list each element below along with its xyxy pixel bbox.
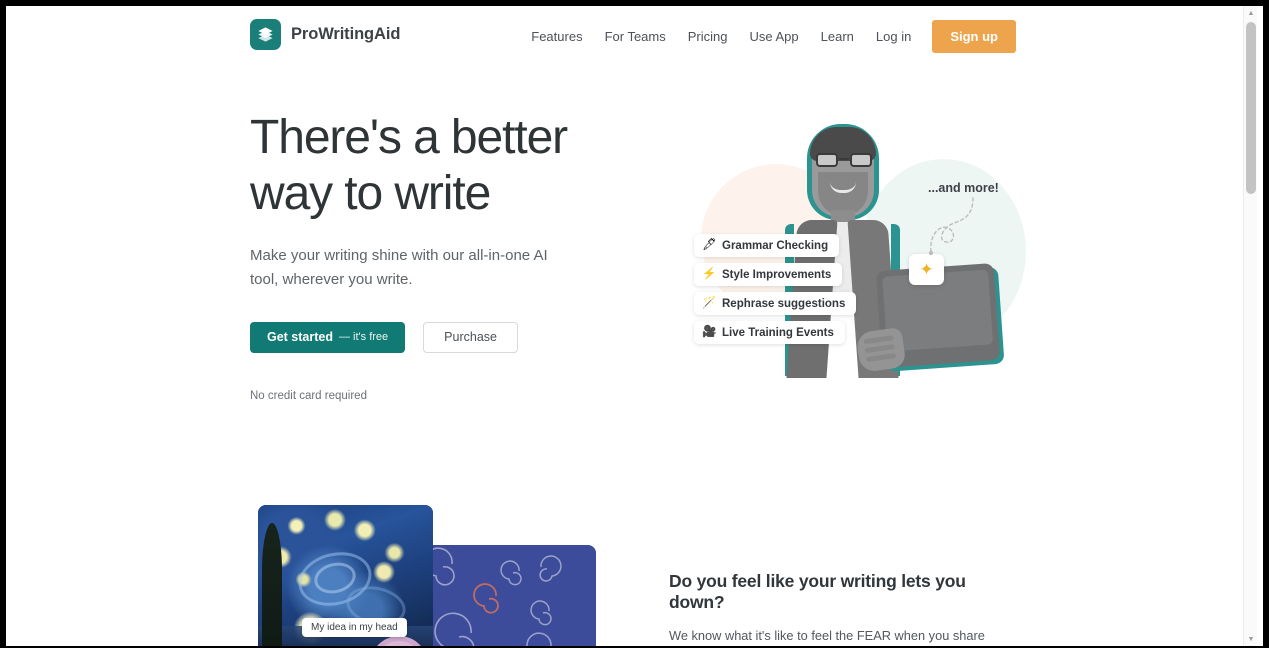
book-stack-icon (250, 18, 281, 50)
and-more-annotation: ...and more! (928, 181, 999, 195)
feature-label: Live Training Events (722, 326, 834, 339)
curly-arrow-icon (928, 197, 974, 256)
feature-pill-list: 🖋 Grammar Checking ⚡ Style Improvements … (694, 234, 857, 344)
scroll-up-arrow-icon[interactable]: ▲ (1244, 6, 1258, 20)
nav-link-learn[interactable]: Learn (810, 22, 865, 51)
section2-title: Do you feel like your writing lets you d… (669, 571, 966, 612)
feature-label: Grammar Checking (722, 239, 829, 252)
purchase-button[interactable]: Purchase (423, 321, 518, 353)
nav-link-pricing[interactable]: Pricing (677, 22, 739, 51)
nav-link-log-in[interactable]: Log in (865, 22, 922, 51)
magic-wand-icon: 🪄 (702, 296, 717, 309)
feature-label: Style Improvements (722, 268, 832, 281)
idea-label: My idea in my head (302, 618, 407, 637)
feature-pill-live-training-events[interactable]: 🎥 Live Training Events (694, 321, 845, 344)
vertical-scrollbar[interactable]: ▲ ▼ (1243, 6, 1257, 646)
get-started-button[interactable]: Get started — it's free (250, 321, 406, 353)
feature-label: Rephrase suggestions (722, 297, 846, 310)
nav-link-features[interactable]: Features (520, 22, 593, 51)
brand-logo[interactable]: ProWritingAid (250, 18, 400, 50)
cypress-tree-shape (262, 523, 282, 646)
hero-illustration: ✦ ...and more! 🖋 Grammar Checking ⚡ Styl… (666, 104, 1026, 404)
hero-section: There's a better way to write Make your … (250, 110, 610, 402)
nav-link-for-teams[interactable]: For Teams (594, 22, 677, 51)
no-credit-card-note: No credit card required (250, 389, 367, 402)
hero-subtitle: Make your writing shine with our all-in-… (250, 247, 548, 288)
page-title: There's a better way to write (250, 111, 568, 221)
section2-body: We know what it's like to feel the FEAR … (669, 628, 985, 643)
glasses-icon (816, 153, 872, 167)
page-canvas: ProWritingAid Features For Teams Pricing… (6, 6, 1257, 646)
browser-viewport: ProWritingAid Features For Teams Pricing… (6, 6, 1263, 646)
lightning-bolt-icon: ⚡ (702, 267, 717, 280)
brand-name: ProWritingAid (291, 24, 401, 43)
feature-pill-grammar-checking[interactable]: 🖋 Grammar Checking (694, 234, 840, 257)
scrollbar-thumb[interactable] (1246, 22, 1256, 194)
feather-pen-icon: 🖋 (702, 238, 717, 251)
feature-pill-style-improvements[interactable]: ⚡ Style Improvements (694, 263, 843, 286)
site-header: ProWritingAid Features For Teams Pricing… (6, 6, 1257, 62)
scroll-down-arrow-icon[interactable]: ▼ (1244, 632, 1258, 646)
feature-pill-rephrase-suggestions[interactable]: 🪄 Rephrase suggestions (694, 292, 857, 315)
hero-cta-group: Get started — it's free Purchase (250, 321, 610, 353)
movie-camera-icon: 🎥 (702, 325, 717, 338)
sign-up-button[interactable]: Sign up (932, 20, 1016, 53)
get-started-label: Get started (267, 330, 333, 345)
get-started-suffix: — it's free (339, 331, 389, 344)
nav-link-use-app[interactable]: Use App (739, 22, 810, 51)
section2-copy: Do you feel like your writing lets you d… (669, 571, 1014, 646)
main-navigation: Features For Teams Pricing Use App Learn… (520, 20, 1016, 53)
hand-shape (855, 326, 907, 374)
blue-scribble-panel (421, 545, 596, 646)
section2-illustration: My idea in my head (258, 505, 598, 646)
